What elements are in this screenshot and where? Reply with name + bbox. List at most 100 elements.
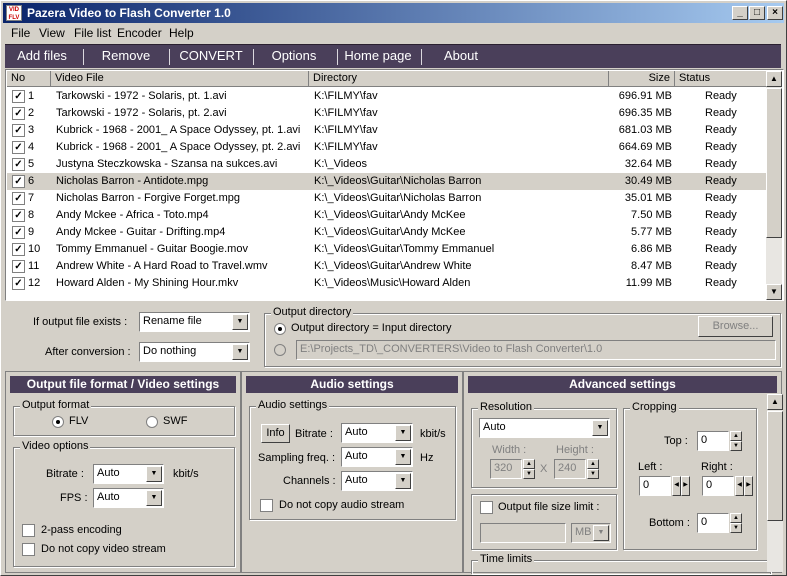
crop-left-input[interactable]: 0 — [639, 476, 671, 496]
row-checkbox[interactable]: ✓ — [12, 209, 25, 222]
row-checkbox[interactable]: ✓ — [12, 141, 25, 154]
video-bitrate-select[interactable]: Auto ▼ — [93, 464, 164, 484]
crop-bottom-spinner[interactable]: ▲ ▼ — [730, 513, 742, 533]
output-dir-input[interactable]: E:\Projects_TD\_CONVERTERS\Video to Flas… — [296, 340, 776, 360]
width-spinner[interactable]: ▲ ▼ — [523, 459, 535, 479]
chevron-down-icon[interactable]: ▼ — [232, 344, 248, 360]
scroll-up-button[interactable]: ▲ — [766, 71, 782, 87]
height-spinner[interactable]: ▲ ▼ — [587, 459, 599, 479]
convert-button[interactable]: CONVERT — [175, 48, 247, 63]
same-dir-radio[interactable] — [274, 323, 286, 335]
sampling-freq-select[interactable]: Auto ▼ — [341, 447, 413, 467]
no-copy-video-label[interactable]: Do not copy video stream — [41, 543, 166, 555]
remove-button[interactable]: Remove — [93, 48, 159, 63]
audio-bitrate-select[interactable]: Auto ▼ — [341, 423, 413, 443]
chevron-down-icon[interactable]: ▼ — [593, 525, 609, 541]
after-conversion-select[interactable]: Do nothing ▼ — [139, 342, 250, 362]
row-checkbox[interactable]: ✓ — [12, 243, 25, 256]
chevron-down-icon[interactable]: ▼ — [146, 466, 162, 482]
crop-right-input[interactable]: 0 — [702, 476, 734, 496]
crop-left-spinner[interactable]: ◀ ▶ — [672, 476, 690, 496]
row-checkbox[interactable]: ✓ — [12, 107, 25, 120]
no-copy-audio-label[interactable]: Do not copy audio stream — [279, 499, 404, 511]
no-copy-video-checkbox[interactable] — [22, 543, 35, 556]
same-dir-label[interactable]: Output directory = Input directory — [291, 322, 452, 334]
scroll-thumb[interactable] — [766, 88, 782, 238]
maximize-button[interactable]: □ — [749, 6, 765, 20]
table-row[interactable]: ✓ 7 Nicholas Barron - Forgive Forget.mpg K:… — [7, 190, 771, 207]
menu-view[interactable]: View — [39, 26, 65, 40]
table-row[interactable]: ✓ 12 Howard Alden - My Shining Hour.mkv K:\… — [7, 275, 771, 292]
chevron-down-icon[interactable]: ▼ — [395, 473, 411, 489]
resolution-select[interactable]: Auto ▼ — [479, 418, 610, 438]
table-row[interactable]: ✓ 6 Nicholas Barron - Antidote.mpg K:\_Vide… — [7, 173, 771, 190]
file-list-scrollbar[interactable]: ▲ ▼ — [766, 71, 782, 300]
minimize-button[interactable]: _ — [732, 6, 748, 20]
table-row[interactable]: ✓ 2 Tarkowski - 1972 - Solaris, pt. 2.avi K… — [7, 105, 771, 122]
file-size-unit-select[interactable]: MB ▼ — [571, 523, 611, 543]
menu-file-list[interactable]: File list — [74, 26, 111, 40]
column-status[interactable]: Status — [675, 71, 771, 87]
table-row[interactable]: ✓ 3 Kubrick - 1968 - 2001_ A Space Odyssey… — [7, 122, 771, 139]
scroll-thumb[interactable] — [767, 411, 783, 521]
row-checkbox[interactable]: ✓ — [12, 260, 25, 273]
add-files-button[interactable]: Add files — [11, 48, 73, 63]
column-video-file[interactable]: Video File — [51, 71, 309, 87]
audio-info-button[interactable]: Info — [261, 424, 290, 443]
if-exists-select[interactable]: Rename file ▼ — [139, 312, 250, 332]
crop-bottom-input[interactable]: 0 — [697, 513, 729, 533]
row-checkbox[interactable]: ✓ — [12, 277, 25, 290]
row-checkbox[interactable]: ✓ — [12, 226, 25, 239]
flv-label[interactable]: FLV — [69, 415, 88, 427]
file-size-limit-input[interactable] — [480, 523, 566, 543]
chevron-down-icon[interactable]: ▼ — [592, 420, 608, 436]
menu-help[interactable]: Help — [169, 26, 194, 40]
row-checkbox[interactable]: ✓ — [12, 175, 25, 188]
file-size-limit-checkbox[interactable] — [480, 501, 493, 514]
chevron-down-icon[interactable]: ▼ — [395, 425, 411, 441]
options-button[interactable]: Options — [261, 48, 327, 63]
file-list[interactable]: No Video File Directory Size Status ✓ 1 Ta… — [5, 69, 784, 301]
file-size-limit-label[interactable]: Output file size limit : — [498, 501, 599, 513]
channels-select[interactable]: Auto ▼ — [341, 471, 413, 491]
table-row[interactable]: ✓ 10 Tommy Emmanuel - Guitar Boogie.mov K:\… — [7, 241, 771, 258]
menu-file[interactable]: File — [11, 26, 30, 40]
advanced-scrollbar[interactable]: ▲ — [767, 394, 783, 572]
table-row[interactable]: ✓ 9 Andy Mckee - Guitar - Drifting.mp4 K:\_… — [7, 224, 771, 241]
scroll-up-button[interactable]: ▲ — [767, 394, 783, 410]
chevron-down-icon[interactable]: ▼ — [232, 314, 248, 330]
row-checkbox[interactable]: ✓ — [12, 192, 25, 205]
row-checkbox[interactable]: ✓ — [12, 124, 25, 137]
scroll-down-button[interactable]: ▼ — [766, 284, 782, 300]
two-pass-label[interactable]: 2-pass encoding — [41, 524, 122, 536]
two-pass-checkbox[interactable] — [22, 524, 35, 537]
table-row[interactable]: ✓ 5 Justyna Steczkowska - Szansa na sukces… — [7, 156, 771, 173]
custom-dir-radio[interactable] — [274, 344, 286, 356]
row-checkbox[interactable]: ✓ — [12, 90, 25, 103]
crop-top-spinner[interactable]: ▲ ▼ — [730, 431, 742, 451]
table-row[interactable]: ✓ 11 Andrew White - A Hard Road to Travel.… — [7, 258, 771, 275]
chevron-down-icon[interactable]: ▼ — [395, 449, 411, 465]
close-button[interactable]: × — [767, 6, 783, 20]
no-copy-audio-checkbox[interactable] — [260, 499, 273, 512]
flv-radio[interactable] — [52, 416, 64, 428]
chevron-down-icon[interactable]: ▼ — [146, 490, 162, 506]
table-row[interactable]: ✓ 1 Tarkowski - 1972 - Solaris, pt. 1.avi K… — [7, 88, 771, 105]
swf-radio[interactable] — [146, 416, 158, 428]
browse-button[interactable]: Browse... — [698, 316, 773, 337]
table-row[interactable]: ✓ 4 Kubrick - 1968 - 2001_ A Space Odyssey… — [7, 139, 771, 156]
about-button[interactable]: About — [431, 48, 491, 63]
column-size[interactable]: Size — [609, 71, 675, 87]
menu-encoder[interactable]: Encoder — [117, 26, 162, 40]
row-checkbox[interactable]: ✓ — [12, 158, 25, 171]
swf-label[interactable]: SWF — [163, 415, 187, 427]
home-page-button[interactable]: Home page — [341, 48, 415, 63]
fps-select[interactable]: Auto ▼ — [93, 488, 164, 508]
column-no[interactable]: No — [7, 71, 51, 87]
width-input[interactable]: 320 — [490, 459, 522, 479]
title-bar[interactable]: VID FLV Pazera Video to Flash Converter … — [3, 3, 784, 23]
table-row[interactable]: ✓ 8 Andy Mckee - Africa - Toto.mp4 K:\_Vide… — [7, 207, 771, 224]
column-directory[interactable]: Directory — [309, 71, 609, 87]
crop-top-input[interactable]: 0 — [697, 431, 729, 451]
height-input[interactable]: 240 — [554, 459, 586, 479]
